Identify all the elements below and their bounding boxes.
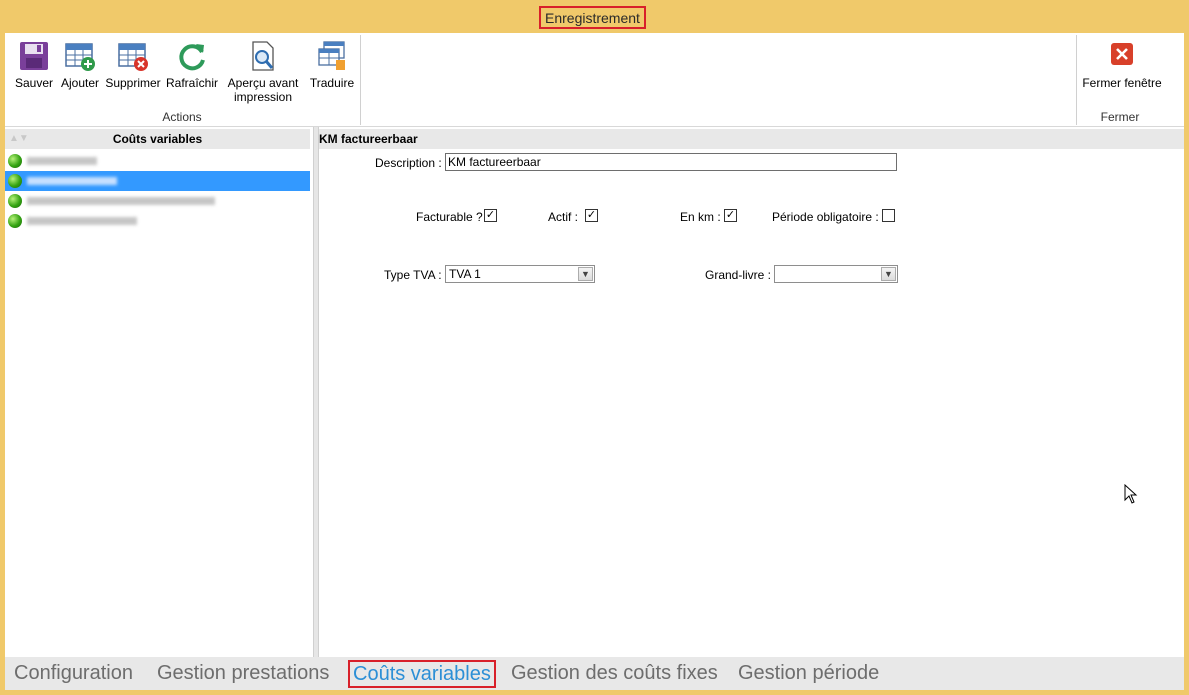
save-button[interactable]: Sauver [11, 33, 57, 103]
description-field[interactable]: KM factureerbaar [445, 153, 897, 171]
active-status-icon [8, 214, 22, 228]
delete-label: Supprimer [105, 76, 161, 90]
actif-checkbox[interactable]: ✓ [585, 209, 598, 222]
close-window-button[interactable]: Fermer fenêtre [1081, 33, 1163, 103]
sort-indicator: ▲▼ [9, 133, 29, 144]
add-button[interactable]: Ajouter [58, 33, 102, 103]
actif-label: Actif : [548, 210, 579, 224]
tab-couts-variables[interactable]: Coûts variables [348, 660, 496, 688]
ribbon-separator [1076, 35, 1077, 125]
list-item[interactable] [5, 151, 310, 171]
tab-gestion-couts-fixes[interactable]: Gestion des coûts fixes [511, 660, 718, 688]
refresh-label: Rafraîchir [165, 76, 218, 90]
add-label: Ajouter [60, 76, 100, 90]
facturable-label: Facturable ? [416, 210, 483, 224]
chevron-down-icon[interactable]: ▼ [881, 267, 896, 281]
list-header: ▲▼ Coûts variables [5, 129, 310, 149]
detail-header: KM factureerbaar [319, 129, 1184, 149]
blurred-item-text [27, 197, 215, 205]
grand-livre-select[interactable]: ▼ [774, 265, 898, 283]
translate-button[interactable]: Traduire [305, 33, 359, 103]
active-status-icon [8, 194, 22, 208]
save-icon [20, 42, 48, 70]
type-tva-select[interactable]: TVA 1 ▼ [445, 265, 595, 283]
print-preview-icon [252, 41, 274, 71]
content-area: ▲▼ Coûts variables KM factureerbaar Desc… [5, 127, 1184, 657]
tab-gestion-periode[interactable]: Gestion période [738, 660, 879, 688]
periode-label: Période obligatoire : [772, 210, 879, 224]
blurred-item-text [27, 177, 117, 185]
tab-gestion-prestations[interactable]: Gestion prestations [157, 660, 329, 688]
grand-livre-label: Grand-livre : [705, 268, 772, 282]
translate-icon [318, 41, 345, 70]
print-preview-label: Aperçu avant impression [227, 76, 299, 104]
periode-checkbox[interactable] [882, 209, 895, 222]
ribbon-separator [360, 35, 361, 125]
list-item[interactable] [5, 191, 310, 211]
cost-list-panel: ▲▼ Coûts variables [5, 127, 313, 657]
blurred-item-text [27, 217, 137, 225]
type-tva-label: Type TVA : [384, 268, 442, 282]
window-title: Enregistrement [539, 6, 646, 29]
chevron-down-icon[interactable]: ▼ [578, 267, 593, 281]
close-window-icon [1111, 43, 1133, 65]
refresh-icon [179, 44, 205, 71]
bottom-tab-bar: Configuration Gestion prestations Coûts … [5, 657, 1184, 690]
ribbon-toolbar: Sauver Ajouter Supprimer Rafraîchir Aper… [5, 33, 1184, 127]
refresh-button[interactable]: Rafraîchir [164, 33, 220, 103]
list-header-label: Coûts variables [112, 132, 203, 146]
close-window-label: Fermer fenêtre [1082, 76, 1162, 90]
delete-row-icon [118, 43, 148, 71]
close-group-label: Fermer [1100, 110, 1140, 124]
add-row-icon [65, 43, 95, 71]
mouse-cursor-icon [1124, 484, 1138, 504]
delete-button[interactable]: Supprimer [103, 33, 163, 103]
print-preview-button[interactable]: Aperçu avant impression [223, 33, 303, 104]
active-status-icon [8, 174, 22, 188]
enkm-label: En km : [680, 210, 721, 224]
title-bar: Enregistrement [0, 0, 1189, 33]
detail-panel: KM factureerbaar Description : KM factur… [319, 127, 1184, 657]
list-item[interactable] [5, 211, 310, 231]
facturable-checkbox[interactable]: ✓ [484, 209, 497, 222]
active-status-icon [8, 154, 22, 168]
actions-group-label: Actions [162, 110, 202, 124]
blurred-item-text [27, 157, 97, 165]
list-item[interactable] [5, 171, 310, 191]
type-tva-value: TVA 1 [449, 267, 481, 281]
tab-configuration[interactable]: Configuration [14, 660, 133, 688]
save-label: Sauver [14, 76, 54, 90]
enkm-checkbox[interactable]: ✓ [724, 209, 737, 222]
description-label: Description : [375, 156, 442, 170]
translate-label: Traduire [309, 76, 355, 90]
